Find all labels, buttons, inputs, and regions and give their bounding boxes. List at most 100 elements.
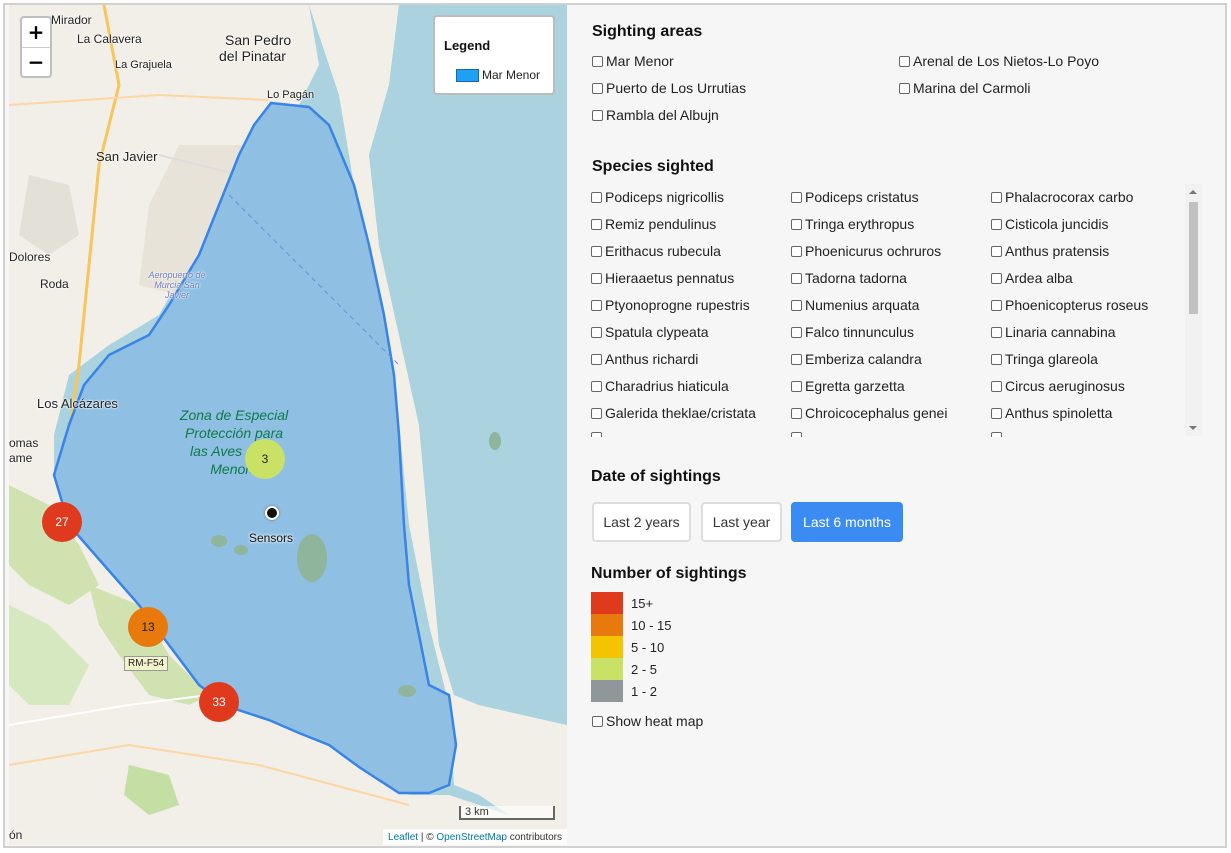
species-checkbox[interactable]	[591, 432, 605, 437]
area-checkbox[interactable]: Arenal de Los Nietos-Lo Poyo	[899, 53, 1099, 69]
checkbox[interactable]	[899, 82, 910, 94]
species-checkbox[interactable]: Ardea alba	[991, 270, 1073, 286]
species-checkbox[interactable]: Falco tinnunculus	[791, 324, 914, 340]
scroll-thumb[interactable]	[1189, 202, 1198, 314]
map-view[interactable]: Mirador La Calavera San Pedro del Pinata…	[9, 5, 567, 845]
species-checkbox[interactable]: Hieraaetus pennatus	[591, 270, 734, 286]
species-label: Tadorna tadorna	[805, 270, 907, 286]
area-checkbox[interactable]: Marina del Carmoli	[899, 80, 1030, 96]
place-label: omas	[9, 436, 39, 450]
species-checkbox[interactable]: Podiceps cristatus	[791, 189, 919, 205]
checkbox[interactable]	[991, 353, 1002, 365]
place-label: San Pedro	[225, 32, 292, 48]
area-checkbox[interactable]: Puerto de Los Urrutias	[592, 80, 746, 96]
checkbox[interactable]	[991, 432, 1002, 437]
checkbox[interactable]	[791, 191, 802, 203]
checkbox[interactable]	[899, 55, 910, 67]
species-checkbox[interactable]: Phalacrocorax carbo	[991, 189, 1133, 205]
checkbox[interactable]	[791, 432, 802, 437]
cluster-marker[interactable]: 3	[245, 439, 285, 479]
species-checkbox[interactable]: Galerida theklae/cristata	[591, 405, 756, 421]
species-checkbox[interactable]: Anthus richardi	[591, 351, 698, 367]
area-label: Puerto de Los Urrutias	[606, 80, 747, 96]
heatmap-checkbox[interactable]: Show heat map	[592, 713, 703, 729]
checkbox[interactable]	[991, 407, 1002, 419]
checkbox[interactable]	[591, 326, 602, 338]
species-label: Linaria cannabina	[1005, 324, 1116, 340]
species-checkbox[interactable]: Podiceps nigricollis	[591, 189, 724, 205]
checkbox[interactable]	[591, 272, 602, 284]
species-checkbox[interactable]: Anthus pratensis	[991, 243, 1109, 259]
checkbox[interactable]	[592, 715, 603, 727]
checkbox[interactable]	[591, 407, 602, 419]
checkbox[interactable]	[791, 245, 802, 257]
area-checkbox[interactable]: Mar Menor	[592, 53, 674, 69]
checkbox[interactable]	[592, 55, 603, 67]
area-checkbox[interactable]: Rambla del Albujn	[592, 107, 719, 123]
checkbox[interactable]	[791, 272, 802, 284]
checkbox[interactable]	[791, 407, 802, 419]
scroll-up-arrow-icon[interactable]	[1189, 190, 1197, 194]
checkbox[interactable]	[791, 380, 802, 392]
species-checkbox[interactable]: Cisticola juncidis	[991, 216, 1108, 232]
checkbox[interactable]	[991, 218, 1002, 230]
cluster-marker[interactable]: 13	[128, 607, 168, 647]
species-list[interactable]: Podiceps nigricollis Podiceps cristatus Ph…	[591, 185, 1203, 437]
species-checkbox[interactable]: Erithacus rubecula	[591, 243, 721, 259]
species-checkbox[interactable]: Charadrius hiaticula	[591, 378, 729, 394]
checkbox[interactable]	[591, 353, 602, 365]
last-year-button[interactable]: Last year	[701, 502, 782, 542]
species-scrollbar[interactable]	[1185, 184, 1202, 436]
checkbox[interactable]	[591, 299, 602, 311]
osm-link[interactable]: OpenStreetMap	[436, 832, 507, 843]
checkbox[interactable]	[591, 432, 602, 437]
scroll-down-arrow-icon[interactable]	[1189, 426, 1197, 430]
species-checkbox[interactable]: Ptyonoprogne rupestris	[591, 297, 750, 313]
sensor-marker[interactable]	[265, 506, 279, 520]
species-checkbox[interactable]	[791, 432, 805, 437]
checkbox[interactable]	[591, 245, 602, 257]
checkbox[interactable]	[991, 191, 1002, 203]
zoom-in-button[interactable]: +	[22, 18, 50, 48]
species-checkbox[interactable]: Tadorna tadorna	[791, 270, 907, 286]
checkbox[interactable]	[592, 82, 603, 94]
cluster-marker[interactable]: 33	[199, 682, 239, 722]
last-2-years-button[interactable]: Last 2 years	[592, 502, 691, 542]
species-checkbox[interactable]: Circus aeruginosus	[991, 378, 1125, 394]
checkbox[interactable]	[592, 109, 603, 121]
checkbox[interactable]	[991, 272, 1002, 284]
species-checkbox[interactable]	[991, 432, 1005, 437]
species-checkbox[interactable]: Numenius arquata	[791, 297, 919, 313]
species-checkbox[interactable]: Tringa glareola	[991, 351, 1098, 367]
species-checkbox[interactable]: Egretta garzetta	[791, 378, 905, 394]
species-checkbox[interactable]: Anthus spinoletta	[991, 405, 1112, 421]
checkbox[interactable]	[991, 299, 1002, 311]
checkbox[interactable]	[991, 380, 1002, 392]
zoom-out-button[interactable]: −	[22, 48, 50, 77]
checkbox[interactable]	[791, 353, 802, 365]
species-label: Phalacrocorax carbo	[1005, 189, 1134, 205]
leaflet-link[interactable]: Leaflet	[388, 832, 418, 843]
species-label: Phoenicopterus roseus	[1005, 297, 1149, 313]
last-6-months-button[interactable]: Last 6 months	[791, 502, 903, 542]
checkbox[interactable]	[591, 218, 602, 230]
species-checkbox[interactable]: Linaria cannabina	[991, 324, 1116, 340]
checkbox[interactable]	[591, 380, 602, 392]
species-checkbox[interactable]: Chroicocephalus genei	[791, 405, 947, 421]
species-checkbox[interactable]: Spatula clypeata	[591, 324, 709, 340]
heatmap-label: Show heat map	[606, 713, 704, 729]
species-checkbox[interactable]: Phoenicurus ochruros	[791, 243, 941, 259]
species-checkbox[interactable]: Emberiza calandra	[791, 351, 922, 367]
checkbox[interactable]	[991, 245, 1002, 257]
species-checkbox[interactable]: Remiz pendulinus	[591, 216, 716, 232]
checkbox[interactable]	[791, 326, 802, 338]
checkbox[interactable]	[791, 218, 802, 230]
checkbox[interactable]	[991, 326, 1002, 338]
cluster-marker[interactable]: 27	[42, 502, 82, 542]
species-label: Erithacus rubecula	[605, 243, 721, 259]
cluster-count: 33	[212, 695, 226, 709]
checkbox[interactable]	[591, 191, 602, 203]
species-checkbox[interactable]: Tringa erythropus	[791, 216, 914, 232]
species-checkbox[interactable]: Phoenicopterus roseus	[991, 297, 1148, 313]
checkbox[interactable]	[791, 299, 802, 311]
